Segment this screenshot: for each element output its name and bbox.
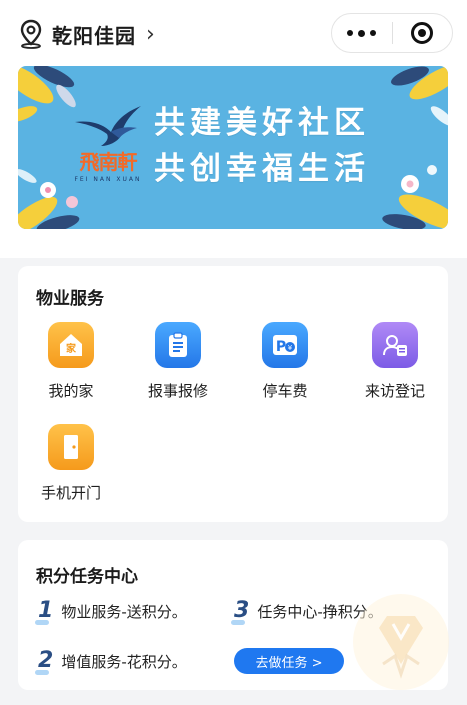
- location-selector[interactable]: 乾阳佳园 ›: [18, 18, 155, 50]
- service-label: 报事报修: [147, 382, 208, 400]
- promo-banner[interactable]: 飛南軒 FEI NAN XUAN 共建美好社区 共创幸福生活: [18, 66, 448, 229]
- visitor-id-icon: [372, 322, 418, 368]
- service-label: 停车费: [262, 382, 308, 400]
- service-label: 手机开门: [40, 484, 101, 502]
- service-my-home[interactable]: 家 我的家: [26, 322, 116, 401]
- service-label: 来访登记: [364, 382, 425, 400]
- target-close-icon: [411, 22, 434, 44]
- svg-text:P: P: [276, 339, 286, 355]
- slogan-line-1: 共建美好社区: [154, 105, 370, 141]
- location-name: 乾阳佳园: [52, 23, 136, 48]
- location-pin-icon: [20, 19, 42, 49]
- dot-icon: [358, 29, 366, 37]
- more-button[interactable]: [332, 14, 392, 52]
- service-phone-door[interactable]: 手机开门: [26, 424, 116, 503]
- swallow-bird-icon: [75, 106, 141, 146]
- close-button[interactable]: [392, 14, 452, 52]
- section-title: 积分任务中心: [36, 567, 138, 587]
- task-number: 2: [34, 648, 54, 675]
- svg-text:¥: ¥: [288, 344, 293, 352]
- svg-text:家: 家: [66, 342, 77, 355]
- property-services-card: 物业服务 家 我的家 报事报修 P ¥ 停车费 来访登记 手机开门: [18, 266, 448, 522]
- task-text: 增值服务-花积分。: [61, 653, 187, 671]
- brand-logo: 飛南軒 FEI NAN XUAN: [66, 102, 150, 202]
- service-label: 我的家: [48, 382, 94, 400]
- service-visitor-register[interactable]: 来访登记: [350, 322, 440, 401]
- header-area: 乾阳佳园 › 飛南軒 FEI NAN XUAN 共建美好社区 共创幸福生活: [0, 0, 467, 258]
- brand-name-cn: 飛南軒: [79, 150, 138, 174]
- task-item: 1 物业服务-送积分。: [34, 598, 187, 625]
- task-number: 1: [34, 598, 54, 625]
- task-item: 2 增值服务-花积分。: [34, 648, 187, 675]
- brand-name-en: FEI NAN XUAN: [74, 176, 142, 183]
- points-medal-icon: [379, 616, 423, 679]
- decorative-badge: [353, 594, 449, 690]
- parking-fee-icon: P ¥: [262, 322, 308, 368]
- door-icon: [48, 424, 94, 470]
- task-text: 物业服务-送积分。: [61, 603, 187, 621]
- banner-slogan: 共建美好社区 共创幸福生活: [154, 100, 370, 192]
- task-number: 3: [230, 598, 250, 625]
- dot-icon: [347, 30, 354, 36]
- home-icon: 家: [48, 322, 94, 368]
- slogan-line-2: 共创幸福生活: [154, 151, 370, 187]
- section-title: 物业服务: [36, 289, 104, 309]
- dot-icon: [370, 30, 377, 36]
- do-tasks-button[interactable]: 去做任务 >: [234, 648, 344, 674]
- service-parking-fee[interactable]: P ¥ 停车费: [240, 322, 330, 401]
- clipboard-icon: [155, 322, 201, 368]
- mini-program-capsule: [331, 13, 453, 53]
- service-report-repair[interactable]: 报事报修: [133, 322, 223, 401]
- chevron-right-icon: ›: [146, 21, 155, 47]
